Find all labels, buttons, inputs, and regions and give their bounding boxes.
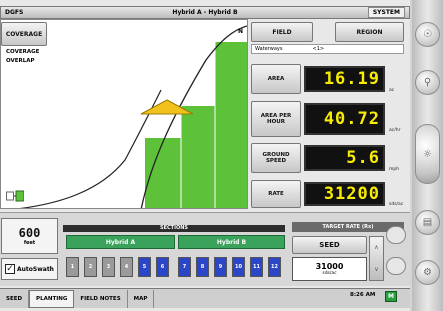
field-tab[interactable]: FIELD [251,22,313,42]
gear-icon[interactable]: ⚙ [415,260,440,285]
tab-seed[interactable]: SEED [0,289,30,308]
seed-rate-display[interactable]: 31000 sds/ac [292,257,367,281]
section-button[interactable]: 12 [268,257,281,277]
ground-speed-unit: mph [389,167,400,172]
rate-unit: sds/ac [389,202,404,207]
section-button[interactable]: 9 [214,257,227,277]
map-legend: COVERAGE OVERLAP [6,48,39,66]
section-button[interactable]: 3 [102,257,115,277]
rate-stepper[interactable]: ∧ ∨ [369,236,384,281]
coverage-strips [145,42,247,208]
section-button[interactable]: 2 [84,257,97,277]
sections-header: SECTIONS [63,225,285,232]
implement-width[interactable]: 600 feet [1,218,58,254]
chevron-up-icon[interactable]: ∧ [374,244,378,251]
hybrid-a-button[interactable]: Hybrid A [66,235,175,249]
round-button-upper[interactable] [386,226,406,244]
section-button[interactable]: 10 [232,257,245,277]
area-per-hour-label[interactable]: AREA PER HOUR [251,101,301,137]
section-button[interactable]: 1 [66,257,79,277]
section-button[interactable]: 6 [156,257,169,277]
title-bar: DGFS Hybrid A - Hybrid B SYSTEM [0,6,410,19]
area-label[interactable]: AREA [251,64,301,94]
region-tab[interactable]: REGION [335,22,404,42]
zoom-icon[interactable] [6,190,25,202]
width-value: 600 [18,226,41,240]
hardware-bezel: ☉ ⚲ ☼ ▤ ⚙ [412,0,443,311]
area-per-hour-unit: ac/hr [389,128,401,133]
brightness-icon[interactable]: ☼ [415,124,440,184]
hybrid-b-button[interactable]: Hybrid B [178,235,285,249]
region-name: <1> [312,46,325,52]
checkmark-icon: ✓ [5,264,15,274]
field-boundary [19,89,162,208]
seed-rate-value: 31000 [315,262,344,271]
field-name: Waterways [255,46,283,52]
tab-field-notes[interactable]: FIELD NOTES [74,289,128,308]
section-button[interactable]: 11 [250,257,263,277]
system-button[interactable]: SYSTEM [367,7,405,18]
area-per-hour-value: 40.72 [304,103,385,135]
ground-speed-label[interactable]: GROUND SPEED [251,143,301,173]
tab-planting[interactable]: PLANTING [29,289,75,308]
section-button[interactable]: 4 [120,257,133,277]
menu-icon[interactable]: ▤ [415,210,440,235]
seed-rate-unit: sds/ac [322,271,337,276]
app-label: DGFS [5,9,24,16]
width-unit: feet [23,240,36,246]
autoswath-toggle[interactable]: ✓ AutoSwath [1,258,58,280]
section-button[interactable]: 8 [196,257,209,277]
area-value: 16.19 [304,66,385,92]
coverage-strip [181,106,215,208]
status-badge[interactable]: M [385,291,397,302]
seed-button[interactable]: SEED [292,236,367,254]
zoom-icon[interactable]: ⚲ [415,70,440,95]
round-button-lower[interactable] [386,257,406,275]
section-button[interactable]: 5 [138,257,151,277]
window-title: Hybrid A - Hybrid B [172,9,238,16]
bottom-tab-bar: SEED PLANTING FIELD NOTES MAP [0,288,410,308]
tab-map[interactable]: MAP [128,289,155,308]
ground-speed-value: 5.6 [304,145,385,171]
rate-value: 31200 [304,182,385,206]
globe-icon[interactable]: ☉ [415,22,440,47]
coverage-button[interactable]: COVERAGE [1,22,47,46]
section-button[interactable]: 7 [178,257,191,277]
chevron-down-icon[interactable]: ∨ [374,266,378,273]
rate-label[interactable]: RATE [251,180,301,208]
autoswath-label: AutoSwath [17,265,54,273]
area-unit: ac [389,88,395,93]
field-selector[interactable]: Waterways <1> [251,44,404,54]
clock: 8:26 AM [350,292,376,298]
legend-item: OVERLAP [6,58,35,64]
north-indicator: N [238,28,244,35]
legend-item: COVERAGE [6,49,40,55]
coverage-strip [215,42,247,208]
